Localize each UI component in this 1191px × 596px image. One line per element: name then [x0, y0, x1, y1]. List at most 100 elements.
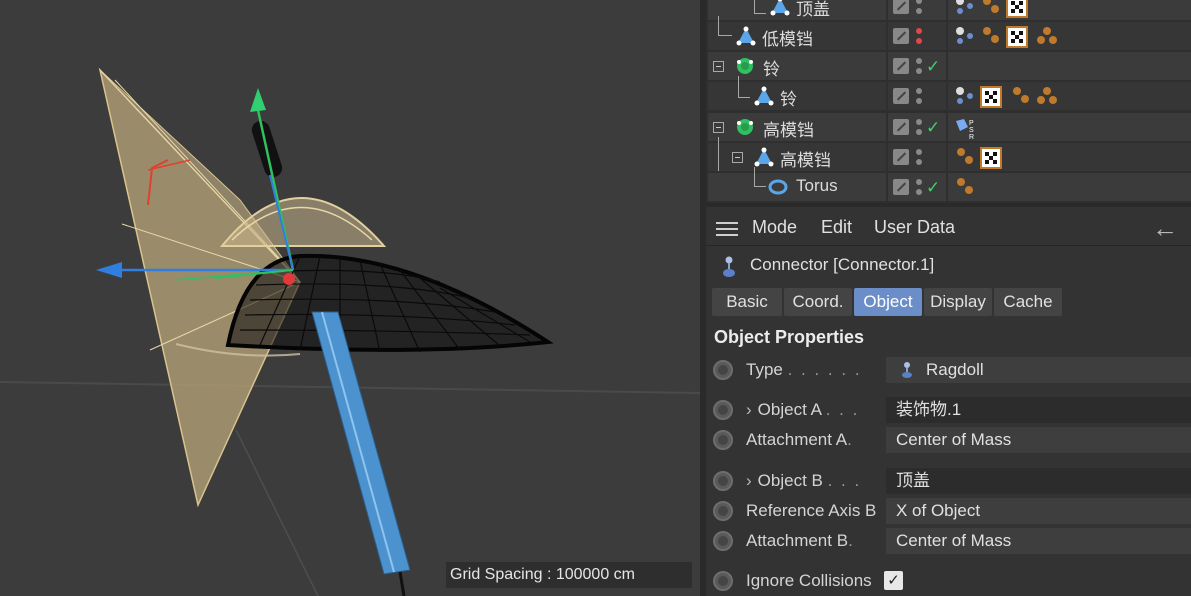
polygon-object-icon: [754, 147, 774, 167]
editor-visibility-dot[interactable]: [916, 119, 922, 125]
object-name[interactable]: 高模铛: [763, 116, 814, 141]
material-balls-icon[interactable]: [1010, 86, 1032, 106]
object-name[interactable]: Torus: [796, 176, 838, 196]
animate-radio[interactable]: [713, 501, 733, 521]
object-name[interactable]: 高模铛: [780, 146, 831, 171]
editor-visibility-dot[interactable]: [916, 149, 922, 155]
material-balls-icon[interactable]: [954, 147, 976, 167]
collapse-toggle[interactable]: [732, 152, 743, 163]
render-visibility-dot[interactable]: [916, 159, 922, 165]
editor-visibility-dot[interactable]: [916, 28, 922, 34]
render-visibility-dot[interactable]: [916, 98, 922, 104]
enabled-check-icon[interactable]: ✓: [926, 178, 940, 198]
material-balls-icon[interactable]: [980, 26, 1002, 46]
tab-coord[interactable]: Coord.: [784, 288, 852, 316]
null-object-icon: [737, 58, 753, 74]
blue-pole: [311, 311, 411, 596]
torus-icon: [768, 179, 788, 195]
edit-toggle-icon[interactable]: [893, 58, 909, 74]
reference-axis-b-dropdown[interactable]: X of Object: [886, 498, 1191, 524]
prop-attachment-a: Attachment A. Center of Mass: [706, 426, 1191, 454]
attachment-a-dropdown[interactable]: Center of Mass: [886, 427, 1191, 453]
chevron-right-icon[interactable]: ›: [746, 400, 752, 419]
edit-toggle-icon[interactable]: [893, 179, 909, 195]
render-visibility-dot[interactable]: [916, 129, 922, 135]
attachment-b-dropdown[interactable]: Center of Mass: [886, 528, 1191, 554]
prop-label: Ignore Collisions: [746, 571, 872, 590]
protection-tag-icon[interactable]: PSR: [954, 117, 976, 139]
material-balls-icon[interactable]: [1036, 26, 1058, 46]
collapse-toggle[interactable]: [713, 61, 724, 72]
animate-radio[interactable]: [713, 360, 733, 380]
tab-cache[interactable]: Cache: [994, 288, 1062, 316]
object-row[interactable]: 铃: [706, 76, 1191, 110]
object-row[interactable]: 高模铛 ✓ PSR: [706, 113, 1191, 141]
enabled-check-icon[interactable]: ✓: [926, 118, 940, 138]
material-balls-icon[interactable]: [1036, 86, 1058, 106]
checker-texture-icon[interactable]: [1006, 26, 1028, 48]
checker-texture-icon[interactable]: [980, 86, 1002, 108]
type-value: Ragdoll: [926, 360, 984, 379]
tab-basic[interactable]: Basic: [712, 288, 782, 316]
connector-icon: [723, 256, 735, 277]
edit-toggle-icon[interactable]: [893, 88, 909, 104]
material-sphere-icon[interactable]: [954, 86, 976, 106]
object-name[interactable]: 铃: [780, 85, 797, 110]
prop-object-b: › Object B . . . 顶盖: [706, 467, 1191, 495]
ignore-collisions-checkbox[interactable]: ✓: [884, 571, 903, 590]
animate-radio[interactable]: [713, 430, 733, 450]
edit-toggle-icon[interactable]: [893, 28, 909, 44]
render-visibility-dot[interactable]: [916, 189, 922, 195]
animate-radio[interactable]: [713, 471, 733, 491]
prop-ignore-collisions: Ignore Collisions ✓: [706, 567, 1191, 595]
prop-label: › Object A . . .: [746, 400, 860, 419]
editor-visibility-dot[interactable]: [916, 88, 922, 94]
animate-radio[interactable]: [713, 531, 733, 551]
prop-label: Attachment B.: [746, 531, 855, 550]
animate-radio[interactable]: [713, 571, 733, 591]
render-visibility-dot[interactable]: [916, 8, 922, 14]
object-row[interactable]: 高模铛: [706, 137, 1191, 171]
object-manager: 顶盖 低模铛 铃 ✓ 铃 高模铛 ✓ P S R 高模铛 Torus ✓: [706, 0, 1191, 203]
object-row[interactable]: Torus ✓: [706, 167, 1191, 201]
tab-object[interactable]: Object: [854, 288, 922, 316]
object-b-link-field[interactable]: 顶盖: [886, 468, 1191, 494]
chevron-right-icon[interactable]: ›: [746, 471, 752, 490]
editor-visibility-dot[interactable]: [916, 179, 922, 185]
editor-visibility-dot[interactable]: [916, 0, 922, 4]
object-row[interactable]: 铃 ✓: [706, 52, 1191, 80]
enabled-check-icon[interactable]: ✓: [926, 57, 940, 77]
object-a-link-field[interactable]: 装饰物.1: [886, 397, 1191, 423]
material-sphere-icon[interactable]: [954, 0, 976, 16]
type-dropdown[interactable]: Ragdoll: [886, 357, 1191, 383]
tab-display[interactable]: Display: [924, 288, 992, 316]
object-name[interactable]: 低模铛: [762, 25, 813, 50]
edit-toggle-icon[interactable]: [893, 149, 909, 165]
animate-radio[interactable]: [713, 400, 733, 420]
checker-texture-icon[interactable]: [1006, 0, 1028, 18]
render-visibility-dot[interactable]: [916, 68, 922, 74]
object-row[interactable]: 低模铛: [706, 16, 1191, 50]
render-visibility-dot[interactable]: [916, 38, 922, 44]
object-row[interactable]: 顶盖: [706, 0, 1191, 20]
object-name[interactable]: 铃: [763, 55, 780, 80]
menu-mode[interactable]: Mode: [752, 217, 797, 238]
edit-toggle-icon[interactable]: [893, 0, 909, 14]
material-sphere-icon[interactable]: [954, 26, 976, 46]
prop-type: Type . . . . . . Ragdoll: [706, 356, 1191, 384]
object-name[interactable]: 顶盖: [796, 0, 830, 20]
collapse-toggle[interactable]: [713, 122, 724, 133]
hamburger-menu-icon[interactable]: [716, 222, 738, 236]
menu-user-data[interactable]: User Data: [874, 217, 955, 238]
grid-spacing-readout: Grid Spacing : 100000 cm: [446, 562, 692, 588]
svg-text:P: P: [969, 120, 974, 127]
material-balls-icon[interactable]: [954, 177, 976, 197]
editor-visibility-dot[interactable]: [916, 58, 922, 64]
3d-viewport[interactable]: Grid Spacing : 100000 cm: [0, 0, 700, 596]
edit-toggle-icon[interactable]: [893, 119, 909, 135]
back-arrow-icon[interactable]: ←: [1152, 213, 1178, 244]
material-balls-icon[interactable]: [980, 0, 1002, 16]
checker-texture-icon[interactable]: [980, 147, 1002, 169]
divider: [706, 245, 1191, 246]
menu-edit[interactable]: Edit: [821, 217, 852, 238]
